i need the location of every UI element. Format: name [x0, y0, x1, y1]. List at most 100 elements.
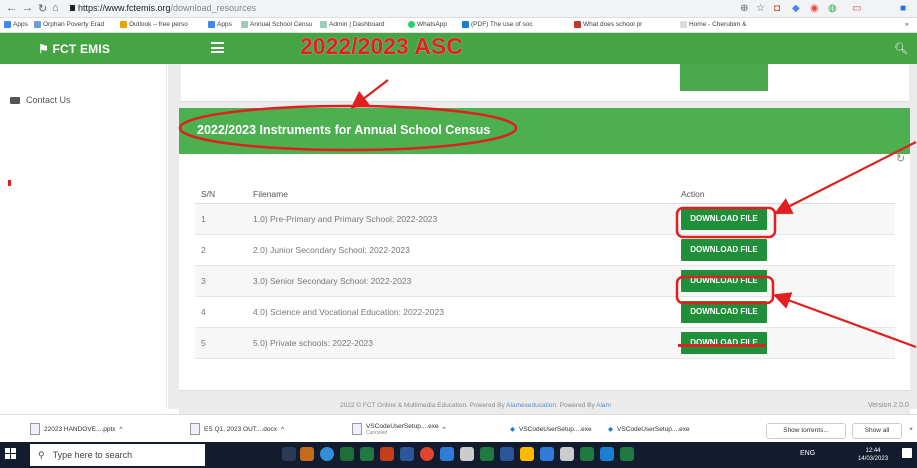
row-action: DOWNLOAD FILE [675, 203, 895, 235]
lock-icon [70, 5, 75, 11]
bookmark-apps[interactable]: Apps [208, 21, 232, 28]
footer-copyright: 2022 © FCT Online & Multimedia Education… [340, 402, 611, 409]
excel-icon[interactable] [360, 447, 374, 461]
bookmark-item[interactable]: (PDF) The use of soc [462, 21, 533, 28]
star-icon[interactable]: ☆ [756, 3, 765, 14]
search-icon[interactable]: 🔍︎ [894, 42, 908, 55]
bookmark-item[interactable]: Admin | Dashboard [320, 21, 385, 28]
row-action: DOWNLOAD FILE [675, 234, 895, 266]
taskbar: ⚲ Type here to search ENG 12:44 14/03/2023 [0, 442, 917, 468]
row-action: DOWNLOAD FILE [675, 296, 895, 328]
system-clock[interactable]: 12:44 14/03/2023 [858, 447, 888, 463]
taskbar-app-icon[interactable] [560, 447, 574, 461]
download-item[interactable]: ES Q1, 2023 OUT....docx ^ [190, 421, 284, 437]
extension-icon[interactable]: ◘ [774, 3, 780, 14]
home-icon[interactable]: ⌂ [52, 2, 59, 14]
bookmark-item[interactable]: Annual School Censu [241, 21, 313, 28]
bookmark-item[interactable]: WhatsApp [408, 21, 447, 28]
bookmark-item[interactable]: Outlook – free perso [120, 21, 188, 28]
bookmark-item[interactable]: What does school pr [574, 21, 642, 28]
bookmark-icon [320, 21, 327, 28]
download-file-button[interactable]: DOWNLOAD FILE [681, 300, 767, 323]
reload-icon[interactable]: ↻ [38, 2, 47, 15]
download-item[interactable]: ◆ VSCodeUserSetup....exe [608, 421, 690, 437]
extension-icon[interactable]: ◍ [828, 3, 837, 14]
download-item[interactable]: ◆ VSCodeUserSetup....exe [510, 421, 592, 437]
forward-arrow-icon[interactable]: → [22, 2, 33, 14]
chevron-up-icon[interactable]: ^ [281, 426, 284, 433]
url-host: https://www.fctemis.org [78, 3, 171, 13]
refresh-icon[interactable]: ↻ [896, 152, 905, 165]
previous-card [181, 64, 909, 102]
notification-icon[interactable] [902, 448, 912, 458]
sidebar-item-contact[interactable]: Contact Us [10, 95, 71, 105]
show-all-button[interactable]: Show all [852, 423, 902, 439]
footer-link[interactable]: Alamexeducation [506, 402, 556, 409]
download-file-button[interactable]: DOWNLOAD FILE [681, 331, 767, 354]
download-file-button[interactable]: DOWNLOAD FILE [681, 207, 767, 230]
excel-icon[interactable] [580, 447, 594, 461]
chrome-icon[interactable] [420, 447, 434, 461]
downloads-shelf: 22023 HANDOVE....pptx ^ ES Q1, 2023 OUT..… [0, 414, 917, 442]
windows-start-icon[interactable] [5, 448, 17, 460]
table-row: 1 1.0) Pre-Primary and Primary School: 2… [195, 203, 895, 235]
row-filename: 4.0) Science and Vocational Education: 2… [247, 296, 675, 328]
apps-icon [4, 21, 11, 28]
site-logo[interactable]: ⚑ FCT EMIS [38, 42, 110, 56]
zoom-icon[interactable]: ⊕ [740, 3, 748, 14]
word-icon[interactable] [500, 447, 514, 461]
download-file-button[interactable]: DOWNLOAD FILE [681, 238, 767, 261]
chevron-up-icon[interactable]: ^ [443, 426, 446, 433]
taskbar-app-icon[interactable] [540, 447, 554, 461]
browser-address-bar: ← → ↻ ⌂ https://www.fctemis.org/download… [0, 0, 917, 18]
vscode-icon[interactable] [600, 447, 614, 461]
row-filename: 3.0) Senior Secondary School: 2022-2023 [247, 265, 675, 297]
url-path: /download_resources [170, 3, 257, 13]
edge-icon[interactable] [320, 447, 334, 461]
row-filename: 5.0) Private schools: 2022-2023 [247, 327, 675, 359]
excel-icon[interactable] [480, 447, 494, 461]
chevron-up-icon[interactable]: ^ [120, 426, 123, 433]
taskbar-app-icon[interactable] [300, 447, 314, 461]
profile-icon[interactable]: ■ [900, 3, 906, 14]
sidebar [0, 64, 167, 409]
download-item[interactable]: 22023 HANDOVE....pptx ^ [30, 421, 123, 437]
excel-icon[interactable] [620, 447, 634, 461]
extension-icon[interactable]: ▭ [852, 3, 861, 14]
taskbar-app-icon[interactable] [440, 447, 454, 461]
word-icon[interactable] [400, 447, 414, 461]
back-arrow-icon[interactable]: ← [6, 2, 17, 14]
taskbar-app-icon[interactable] [340, 447, 354, 461]
row-sn: 4 [195, 296, 247, 328]
more-bookmarks-chevron[interactable]: » [905, 21, 909, 28]
menu-icon[interactable] [211, 42, 224, 53]
bookmark-apps[interactable]: Apps [4, 21, 28, 28]
download-file-button[interactable]: DOWNLOAD FILE [681, 269, 767, 292]
column-header-action: Action [675, 185, 895, 204]
download-item[interactable]: VSCodeUserSetup....exe Canceled ^ [352, 421, 446, 437]
url-field[interactable]: https://www.fctemis.org/download_resourc… [78, 3, 256, 13]
language-indicator[interactable]: ENG [800, 450, 815, 457]
row-sn: 3 [195, 265, 247, 297]
vscode-icon: ◆ [510, 426, 515, 433]
bookmark-icon [680, 21, 687, 28]
bookmark-icon [574, 21, 581, 28]
show-torrents-button[interactable]: Show torrents... [766, 423, 846, 439]
file-explorer-icon[interactable] [520, 447, 534, 461]
footer-link[interactable]: Alam [596, 402, 611, 409]
task-view-icon[interactable] [282, 447, 296, 461]
close-icon[interactable]: × [906, 423, 916, 439]
extension-icon[interactable]: ◉ [810, 3, 819, 14]
pdf-icon [462, 21, 469, 28]
bookmark-item[interactable]: Orphan Poverty Erad [34, 21, 104, 28]
vscode-icon: ◆ [608, 426, 613, 433]
bookmark-item[interactable]: Home - Cherubim & [680, 21, 746, 28]
previous-card-button[interactable] [680, 64, 768, 91]
taskbar-app-icon[interactable] [460, 447, 474, 461]
column-header-sn: S/N [195, 185, 247, 204]
taskbar-search-input[interactable]: ⚲ Type here to search [30, 444, 205, 466]
extension-icon[interactable]: ◆ [792, 3, 800, 14]
powerpoint-icon[interactable] [380, 447, 394, 461]
file-icon [190, 423, 200, 435]
row-sn: 1 [195, 203, 247, 235]
